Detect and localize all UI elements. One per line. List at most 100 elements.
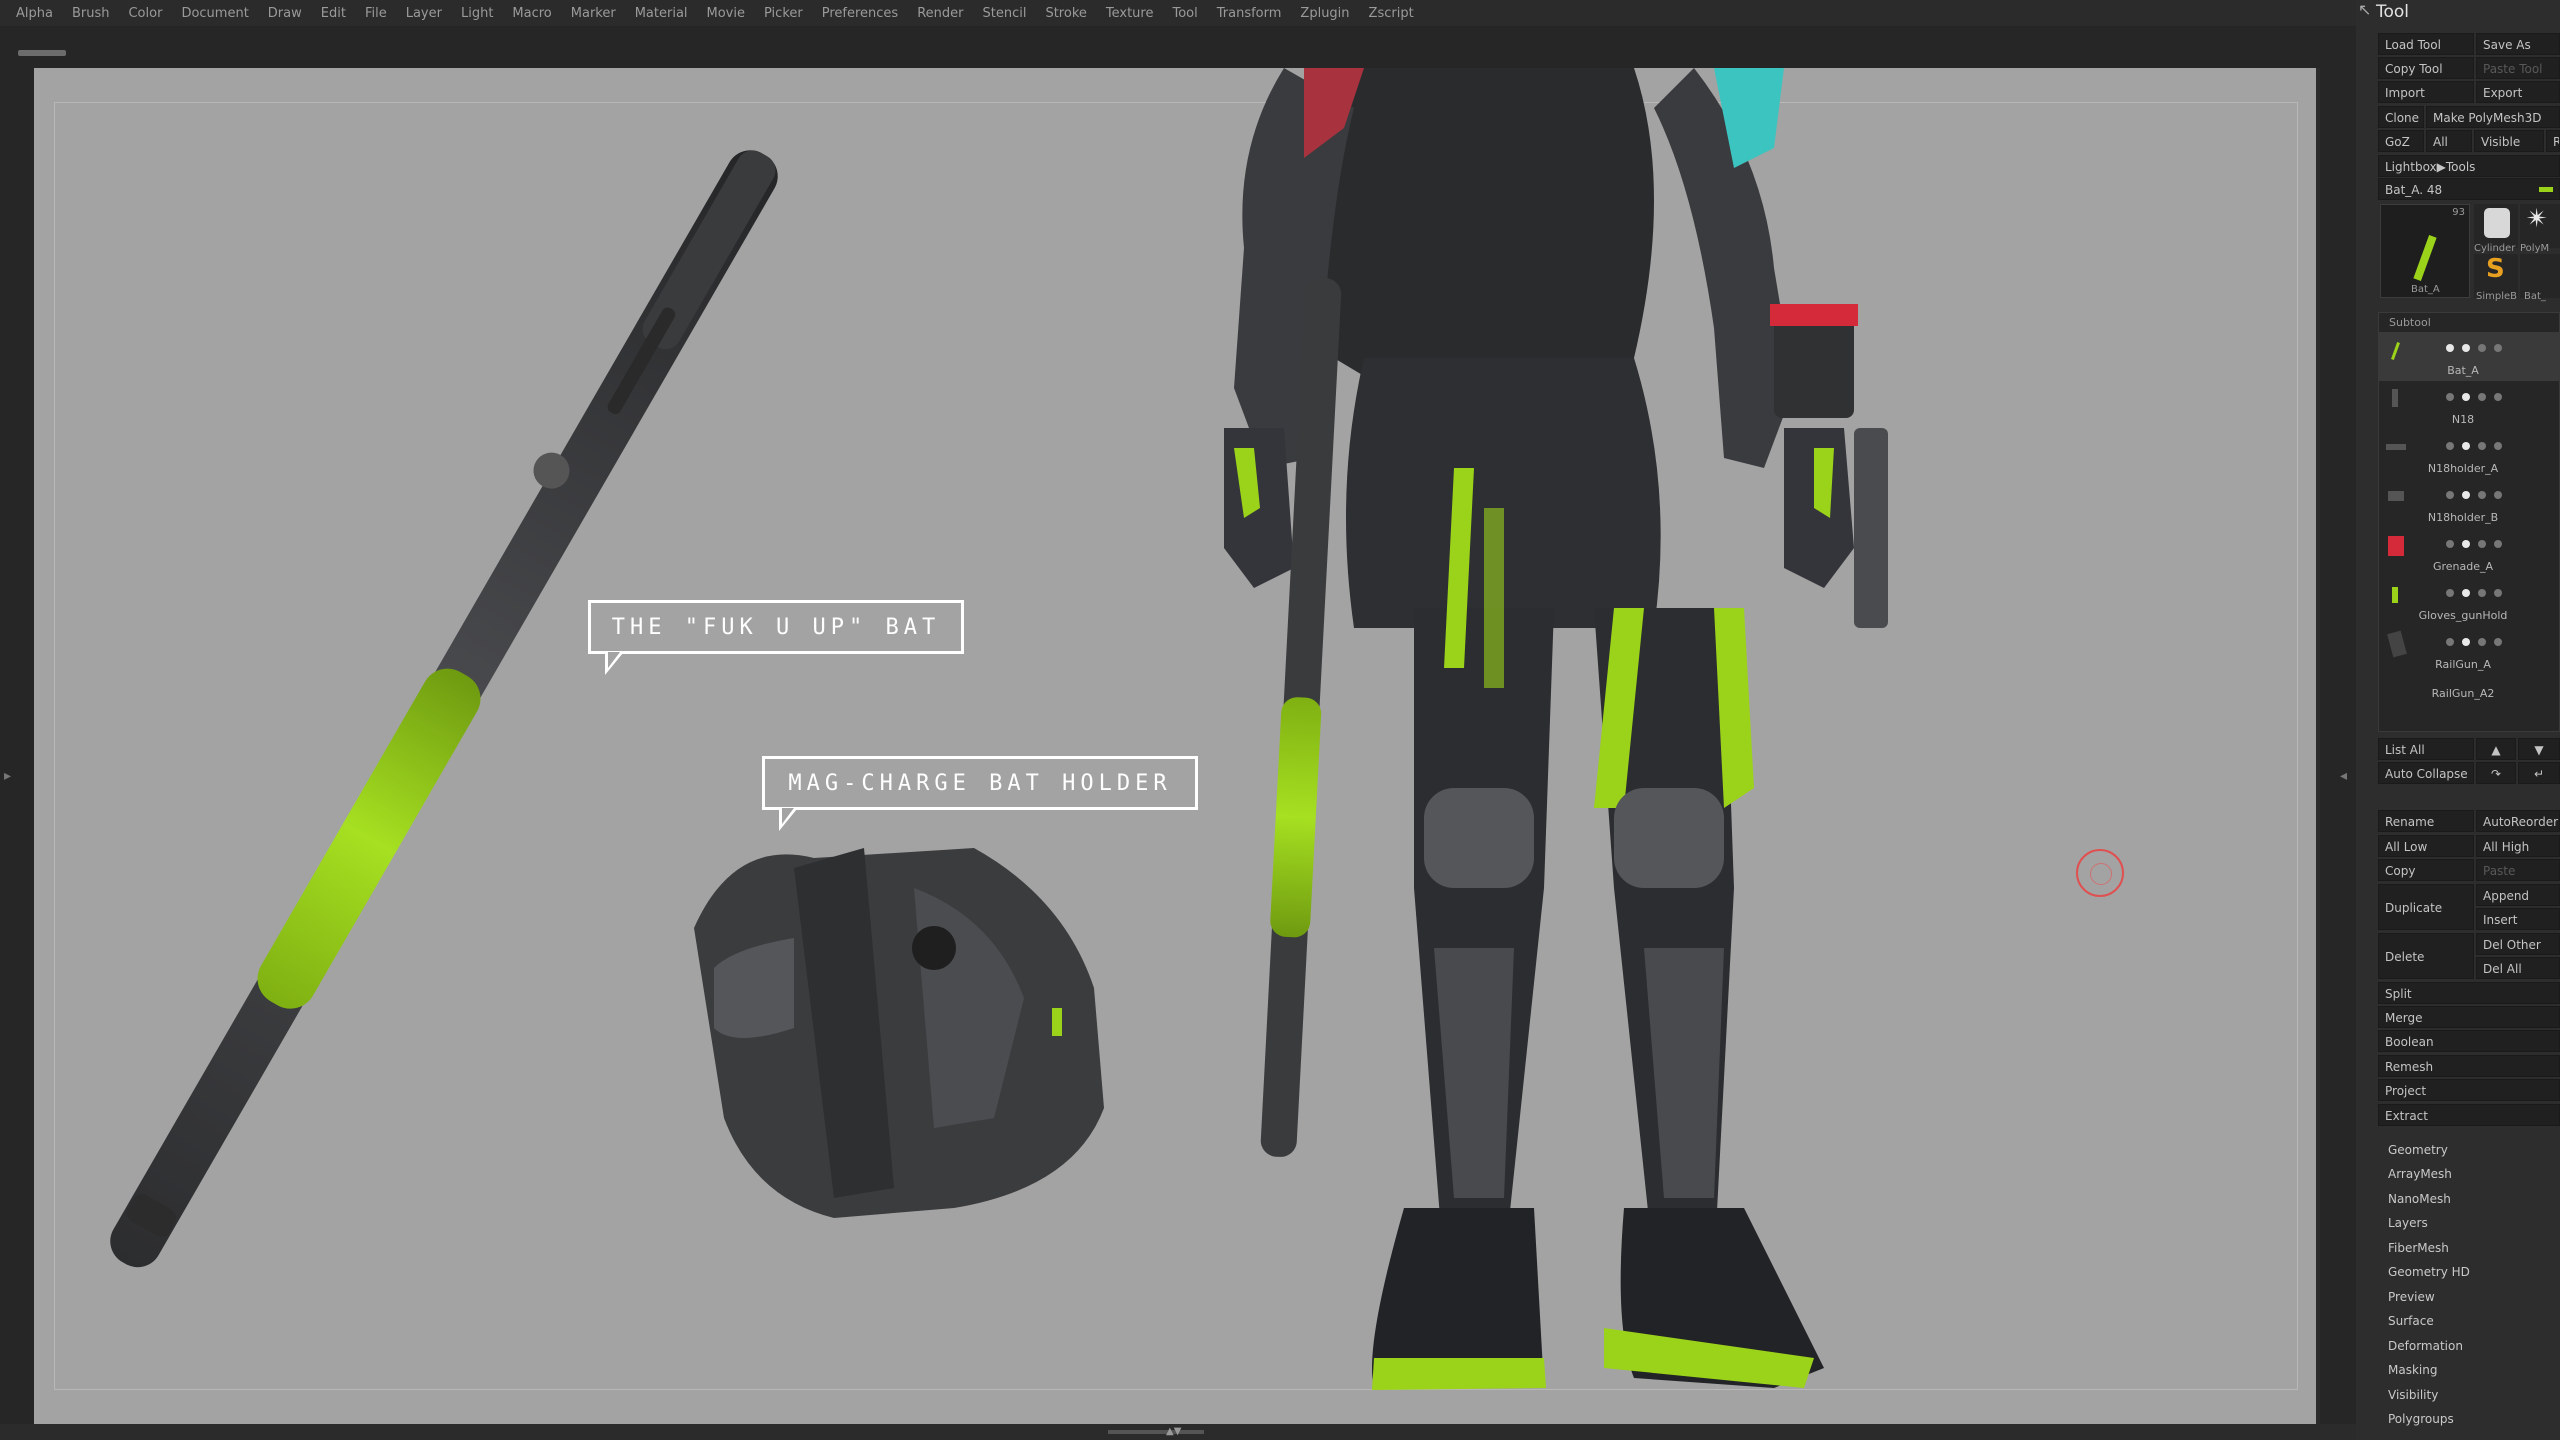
menu-movie[interactable]: Movie [707,6,745,21]
split-button[interactable]: Split [2378,982,2560,1004]
subtool-toggles[interactable] [2446,393,2556,401]
del-other-button[interactable]: Del Other [2476,933,2560,955]
menu-brush[interactable]: Brush [72,6,110,21]
insert-button[interactable]: Insert [2476,908,2560,930]
subtool-toggles[interactable] [2446,442,2556,450]
del-all-button[interactable]: Del All [2476,957,2560,979]
menu-stencil[interactable]: Stencil [982,6,1026,21]
rename-button[interactable]: Rename [2378,810,2474,832]
menu-alpha[interactable]: Alpha [16,6,53,21]
remesh-button[interactable]: Remesh [2378,1055,2560,1077]
move-up-icon[interactable]: ▲ [2476,738,2516,760]
import-button[interactable]: Import [2378,81,2474,103]
tool-tile-simplebrush[interactable]: S SimpleB [2474,254,2518,302]
menu-tool[interactable]: Tool [1172,6,1197,21]
boolean-button[interactable]: Boolean [2378,1030,2560,1052]
delete-button[interactable]: Delete [2378,933,2474,979]
subpalette-geometry-hd[interactable]: Geometry HD [2388,1265,2470,1279]
clone-button[interactable]: Clone [2378,106,2424,128]
document-canvas[interactable]: THE "FUK U UP" BAT MAG-CHARGE BAT HOLDER [34,68,2316,1424]
make-polymesh-button[interactable]: Make PolyMesh3D [2426,106,2560,128]
menu-color[interactable]: Color [128,6,162,21]
menu-transform[interactable]: Transform [1217,6,1282,21]
subpalette-visibility[interactable]: Visibility [2388,1388,2438,1402]
subtool-toggles[interactable] [2446,589,2556,597]
save-as-button[interactable]: Save As [2476,33,2560,55]
subtool-item-n18holder-b[interactable]: N18holder_B [2378,479,2560,528]
auto-collapse-button[interactable]: Auto Collapse [2378,762,2474,784]
goz-button[interactable]: GoZ [2378,130,2424,152]
subtool-item-bat-a[interactable]: Bat_A [2378,332,2560,381]
tray-expand-icon[interactable]: ▸ [4,768,11,784]
subtool-item-grenade-a[interactable]: Grenade_A [2378,528,2560,577]
all-low-button[interactable]: All Low [2378,835,2474,857]
tray-collapse-icon[interactable]: ◂ [2340,768,2347,784]
subtool-toggles[interactable] [2446,491,2556,499]
subpalette-nanomesh[interactable]: NanoMesh [2388,1192,2451,1206]
subpalette-preview[interactable]: Preview [2388,1290,2435,1304]
all-high-button[interactable]: All High [2476,835,2560,857]
palette-back-icon[interactable]: ↖ [2358,0,2371,19]
menu-file[interactable]: File [365,6,387,21]
export-button[interactable]: Export [2476,81,2560,103]
bottom-grip-handle[interactable] [1108,1430,1204,1434]
menu-macro[interactable]: Macro [512,6,551,21]
menu-material[interactable]: Material [635,6,688,21]
goz-visible-button[interactable]: Visible [2474,130,2544,152]
subtool-toggles[interactable] [2446,638,2556,646]
subpalette-masking[interactable]: Masking [2388,1363,2437,1377]
menu-light[interactable]: Light [461,6,493,21]
auto-reorder-button[interactable]: AutoReorder [2476,810,2560,832]
tool-tile-bat-a[interactable]: 93 Bat_A [2380,204,2470,298]
collapse-arrows-icon[interactable]: ▲▼ [1166,1426,1181,1437]
append-button[interactable]: Append [2476,884,2560,906]
subpalette-fibermesh[interactable]: FiberMesh [2388,1241,2449,1255]
menu-marker[interactable]: Marker [571,6,616,21]
current-tool-slider[interactable]: Bat_A. 48 [2378,178,2560,200]
menu-layer[interactable]: Layer [406,6,442,21]
menu-edit[interactable]: Edit [321,6,346,21]
subtool-item-n18holder-a[interactable]: N18holder_A [2378,430,2560,479]
subpalette-deformation[interactable]: Deformation [2388,1339,2463,1353]
return-icon[interactable]: ↵ [2518,762,2560,784]
subtool-toggles[interactable] [2446,344,2556,352]
project-button[interactable]: Project [2378,1079,2560,1101]
subtool-item-n18[interactable]: N18 [2378,381,2560,430]
extract-button[interactable]: Extract [2378,1104,2560,1126]
tool-tile-bat-small[interactable]: Bat_ [2520,254,2560,302]
subpalette-polygroups[interactable]: Polygroups [2388,1412,2454,1426]
menu-texture[interactable]: Texture [1106,6,1154,21]
menu-render[interactable]: Render [917,6,963,21]
goz-all-button[interactable]: All [2426,130,2472,152]
list-all-button[interactable]: List All [2378,738,2474,760]
load-tool-button[interactable]: Load Tool [2378,33,2474,55]
subpalette-arraymesh[interactable]: ArrayMesh [2388,1167,2452,1181]
shelf-grip-handle[interactable] [18,50,66,56]
menu-zscript[interactable]: Zscript [1369,6,1414,21]
copy-tool-button[interactable]: Copy Tool [2378,57,2474,79]
duplicate-button[interactable]: Duplicate [2378,884,2474,930]
lightbox-tools-button[interactable]: Lightbox▶Tools [2378,155,2560,177]
goz-r-button[interactable]: R [2546,130,2560,152]
copy-button[interactable]: Copy [2378,859,2474,881]
paste-tool-button[interactable]: Paste Tool [2476,57,2560,79]
subtool-toggles[interactable] [2446,540,2556,548]
merge-button[interactable]: Merge [2378,1006,2560,1028]
menu-document[interactable]: Document [181,6,248,21]
move-down-icon[interactable]: ▼ [2518,738,2560,760]
menu-zplugin[interactable]: Zplugin [1300,6,1349,21]
menu-picker[interactable]: Picker [764,6,803,21]
tool-tile-cylinder[interactable]: Cylinder [2474,204,2518,254]
subtool-item-railgun-a[interactable]: RailGun_A [2378,626,2560,675]
menu-stroke[interactable]: Stroke [1045,6,1086,21]
subpalette-layers[interactable]: Layers [2388,1216,2428,1230]
rotate-icon[interactable]: ↷ [2476,762,2516,784]
subtool-item-railgun-a2[interactable]: RailGun_A2 [2378,675,2560,705]
subtool-item-gloves-gunhold[interactable]: Gloves_gunHold [2378,577,2560,626]
subpalette-surface[interactable]: Surface [2388,1314,2434,1328]
paste-button[interactable]: Paste [2476,859,2560,881]
menu-preferences[interactable]: Preferences [822,6,898,21]
tool-tile-polymesh[interactable]: ✴ PolyM [2520,204,2560,254]
menu-draw[interactable]: Draw [268,6,302,21]
subpalette-geometry[interactable]: Geometry [2388,1143,2448,1157]
